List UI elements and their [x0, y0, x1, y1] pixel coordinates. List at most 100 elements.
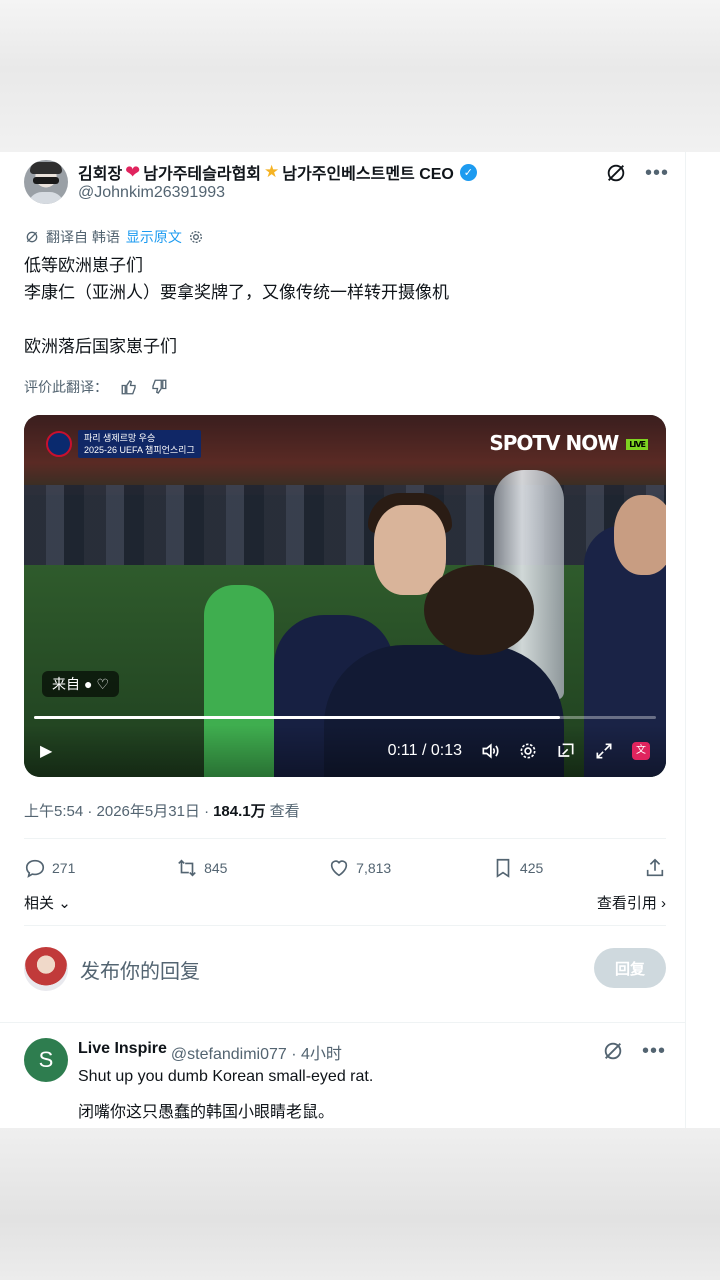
scoreboard-text: 파리 생제르망 우승 2025-26 UEFA 챔피언스리그: [78, 430, 201, 458]
thumbs-down-icon[interactable]: [150, 378, 168, 396]
reply-author-line: Live Inspire @stefandimi077 · 4小时: [78, 1040, 342, 1064]
heart-emoji-icon: ❤: [125, 161, 141, 182]
divider: [24, 838, 666, 839]
divider: [0, 1022, 685, 1023]
author-name-part2: 남가주테슬라협회: [143, 166, 262, 183]
reply-icon: [25, 859, 45, 878]
reply-button[interactable]: 回复: [594, 948, 666, 988]
translation-label: 翻译自 韩语: [46, 229, 120, 245]
broadcaster-name: SPOTV NOW: [489, 431, 619, 455]
view-quotes-link[interactable]: 查看引用 ›: [597, 892, 666, 913]
reply-action[interactable]: 271: [24, 857, 75, 879]
reply-count: 271: [52, 860, 76, 876]
avatar-glasses: [33, 177, 59, 184]
blurred-background-bottom: [0, 1128, 720, 1280]
tweet-line-1: 低等欧洲崽子们: [24, 256, 143, 275]
broadcaster-logo: SPOTV NOW LIVE: [489, 431, 648, 455]
grok-icon[interactable]: [602, 1040, 624, 1062]
blurred-background-top: [0, 0, 720, 152]
translation-info: 翻译自 韩语 显示原文: [24, 227, 204, 247]
reply-translation: 闭嘴你这只愚蠢的韩国小眼睛老鼠。: [78, 1104, 335, 1121]
from-badge-label: 来自: [52, 676, 80, 692]
like-count: 7,813: [356, 860, 392, 876]
reply-author-handle[interactable]: @stefandimi077 · 4小时: [171, 1040, 342, 1064]
video-player[interactable]: 파리 생제르망 우승 2025-26 UEFA 챔피언스리그 SPOTV NOW…: [24, 415, 666, 777]
share-icon: [646, 858, 664, 877]
more-options-icon[interactable]: •••: [645, 163, 669, 183]
tweet-header: 김회장 ❤ 남가주테슬라협회 ★ 남가주인베스트멘트 CEO ✓ @Johnki…: [24, 160, 669, 212]
video-player-right-face: [614, 495, 666, 575]
author-name-part1: 김회장: [78, 166, 123, 183]
gear-icon[interactable]: [188, 229, 204, 245]
picture-in-picture-icon[interactable]: [556, 741, 576, 761]
reply-text: Shut up you dumb Korean small-eyed rat.: [78, 1068, 374, 1085]
view-count: 184.1万: [213, 803, 266, 820]
share-action[interactable]: [644, 857, 666, 879]
video-controls-right: 0:11 / 0:13 文: [388, 741, 650, 761]
psg-logo-icon: [46, 431, 72, 457]
fullscreen-icon[interactable]: [594, 741, 614, 761]
reply-tweet[interactable]: S Live Inspire @stefandimi077 · 4小时 ••• …: [0, 1024, 685, 1128]
tweet-line-4: 欧洲落后国家崽子们: [24, 337, 177, 356]
video-controls: ▶ 0:11 / 0:13 文: [24, 725, 666, 777]
scoreboard-title: 파리 생제르망 우승: [84, 433, 156, 443]
bookmark-count: 425: [519, 860, 544, 876]
heart-outline-icon: ♡: [96, 675, 110, 692]
author-name[interactable]: 김회장 ❤ 남가주테슬라협회 ★ 남가주인베스트멘트 CEO ✓: [78, 160, 477, 184]
tweet-line-3: [24, 306, 664, 333]
reply-author-name[interactable]: Live Inspire: [78, 1040, 167, 1064]
show-original-link[interactable]: 显示原文: [126, 227, 182, 247]
video-scoreboard: 파리 생제르망 우승 2025-26 UEFA 챔피언스리그: [46, 429, 201, 459]
avatar[interactable]: [24, 160, 68, 204]
from-badge[interactable]: 来自 ● ♡: [42, 671, 120, 697]
video-time: 0:11 / 0:13: [387, 742, 462, 759]
like-heart-icon: [330, 860, 348, 877]
reply-header-actions: •••: [602, 1040, 666, 1062]
more-options-icon[interactable]: •••: [642, 1041, 666, 1061]
repost-count: 845: [204, 860, 228, 876]
verified-badge-icon: ✓: [459, 163, 477, 181]
rate-translation: 评价此翻译：: [24, 377, 168, 397]
grok-small-icon: [26, 231, 38, 243]
view-label: 查看: [269, 803, 300, 820]
volume-icon[interactable]: [480, 741, 500, 761]
chevron-down-icon: ⌄: [58, 895, 71, 912]
circle-icon: ●: [84, 676, 93, 692]
video-player-curly-hair: [424, 565, 534, 655]
related-row: 相关 ⌄ 查看引用 ›: [24, 892, 666, 913]
author-name-part3: 남가주인베스트멘트 CEO: [282, 166, 454, 183]
author-handle[interactable]: @Johnkim26391993: [78, 184, 225, 202]
thumbs-up-icon[interactable]: [120, 378, 138, 396]
live-tag: LIVE: [626, 439, 648, 450]
bookmark-action[interactable]: 425: [492, 857, 543, 879]
chevron-right-icon: ›: [661, 895, 666, 912]
play-icon[interactable]: ▶: [40, 741, 52, 761]
reply-input[interactable]: 发布你的回复: [80, 955, 200, 984]
divider: [24, 925, 666, 926]
related-label: 相关: [24, 895, 55, 912]
settings-icon[interactable]: [518, 741, 538, 761]
avatar-shirt: [28, 192, 64, 204]
tweet-text: 低等欧洲崽子们 李康仁（亚洲人）要拿奖牌了，又像传统一样转开摄像机 欧洲落后国家…: [24, 252, 664, 360]
tweet-timestamp[interactable]: 上午5:54 · 2026年5月31日 ·: [24, 800, 209, 821]
bookmark-icon: [496, 858, 510, 878]
tweet-actions: 271 845 7,813 425: [24, 852, 666, 884]
video-progress-bar[interactable]: [34, 716, 656, 719]
view-quotes-label: 查看引用: [596, 895, 657, 912]
repost-action[interactable]: 845: [176, 857, 227, 879]
related-dropdown[interactable]: 相关 ⌄: [24, 892, 71, 913]
subtitle-icon[interactable]: 文: [632, 742, 650, 760]
star-emoji-icon: ★: [264, 162, 280, 181]
header-actions: •••: [605, 162, 669, 184]
reply-composer: 发布你的回复 回复: [24, 945, 666, 993]
current-user-avatar[interactable]: [24, 947, 68, 991]
tweet-meta: 上午5:54 · 2026年5月31日 · 184.1万 查看: [24, 800, 300, 821]
tweet-line-2: 李康仁（亚洲人）要拿奖牌了，又像传统一样转开摄像机: [24, 283, 449, 302]
like-action[interactable]: 7,813: [328, 857, 391, 879]
avatar-hair: [30, 162, 62, 174]
video-progress-fill: [34, 716, 561, 719]
grok-icon[interactable]: [605, 162, 627, 184]
repost-icon: [178, 859, 196, 877]
scoreboard-subtitle: 2025-26 UEFA 챔피언스리그: [84, 445, 195, 455]
reply-author-avatar[interactable]: S: [24, 1038, 68, 1082]
